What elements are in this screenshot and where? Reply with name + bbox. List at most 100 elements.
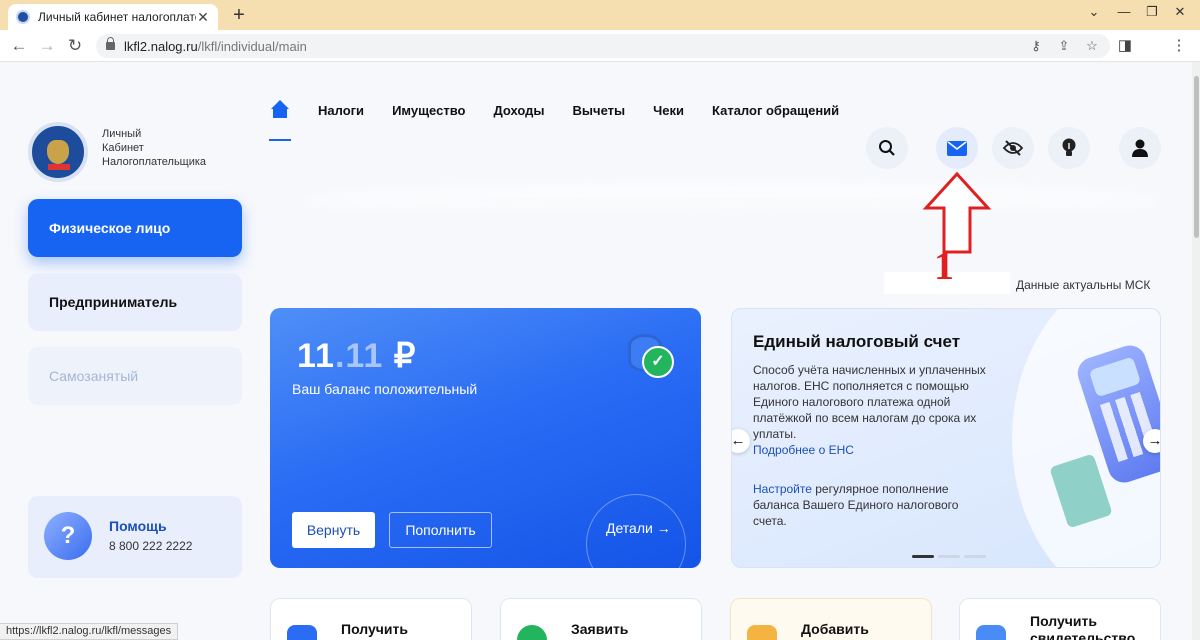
tab-close-icon[interactable]: ✕	[196, 9, 210, 26]
details-link[interactable]: Детали →	[606, 520, 671, 536]
carousel-next-button[interactable]: →	[1143, 429, 1160, 453]
question-icon: ?	[44, 512, 92, 560]
main-nav: Налоги Имущество Доходы Вычеты Чеки Ката…	[270, 100, 867, 120]
nav-income[interactable]: Доходы	[493, 103, 544, 118]
eye-off-icon	[1003, 140, 1023, 156]
nav-receipts[interactable]: Чеки	[653, 103, 684, 118]
tile-label: Добавить	[801, 621, 869, 637]
ens-carousel-card: Единый налоговый счет Способ учёта начис…	[731, 308, 1161, 568]
messages-button[interactable]	[936, 127, 978, 169]
page-content: Личный Кабинет Налогоплательщика Физичес…	[0, 62, 1190, 640]
lock-icon	[106, 37, 115, 50]
certificate-icon	[976, 625, 1006, 640]
envelope-icon	[947, 140, 967, 156]
nav-appeals-catalog[interactable]: Каталог обращений	[712, 103, 839, 118]
url-path: /lkfl/individual/main	[197, 38, 307, 54]
topup-button[interactable]: Пополнить	[389, 512, 492, 548]
nav-taxes[interactable]: Налоги	[318, 103, 364, 118]
tips-button[interactable]	[1048, 127, 1090, 169]
help-title[interactable]: Помощь	[109, 518, 167, 534]
tab-search-icon[interactable]: ⌄	[1080, 2, 1108, 22]
lightbulb-icon	[1062, 138, 1076, 156]
ens-more-link[interactable]: Подробнее о ЕНС	[753, 443, 854, 457]
active-nav-underline	[269, 139, 291, 141]
balance-card: 11.11 ₽ Ваш баланс положительный ✓ Верну…	[270, 308, 701, 568]
sidebar-item-entrepreneur[interactable]: Предприниматель	[28, 273, 242, 331]
brand-line-1: Личный	[102, 128, 142, 140]
browser-toolbar: ← → ↻ lkfl2.nalog.ru/lkfl/individual/mai…	[0, 30, 1200, 62]
nav-deductions[interactable]: Вычеты	[573, 103, 626, 118]
restore-button[interactable]: ❐	[1138, 2, 1166, 22]
home-icon[interactable]	[270, 100, 290, 120]
browser-tab[interactable]: Личный кабинет налогоплате ✕	[8, 4, 218, 30]
tile-label: Получить	[341, 621, 408, 637]
new-tab-button[interactable]: +	[228, 4, 250, 26]
folder-icon	[747, 625, 777, 640]
brand-title: Личный Кабинет Налогоплательщика	[102, 127, 206, 169]
return-button[interactable]: Вернуть	[292, 512, 375, 548]
tile-add[interactable]: Добавить	[730, 598, 932, 640]
ens-setup-link[interactable]: Настройте	[753, 482, 812, 496]
url-host: lkfl2.nalog.ru	[124, 38, 198, 54]
profile-button[interactable]	[1119, 127, 1161, 169]
share-icon[interactable]: ⇪	[1054, 36, 1074, 56]
minimize-button[interactable]: —	[1110, 2, 1138, 22]
scrollbar-thumb[interactable]	[1194, 76, 1199, 238]
forward-arrow-icon[interactable]: →	[36, 35, 58, 57]
currency-sign: ₽	[383, 337, 417, 375]
brand-line-2: Кабинет	[102, 142, 144, 154]
status-bar-url: https://lkfl2.nalog.ru/lkfl/messages	[0, 623, 179, 640]
annotation-up-arrow-icon	[922, 171, 992, 254]
balance-amount-dec: .11	[334, 337, 384, 375]
ruble-coin-icon	[517, 625, 547, 640]
help-phone: 8 800 222 2222	[109, 539, 193, 553]
ens-description: Способ учёта начисленных и уплаченных на…	[753, 362, 989, 458]
user-icon	[1132, 139, 1148, 157]
balance-amount: 11.11 ₽	[297, 336, 416, 376]
nav-property[interactable]: Имущество	[392, 103, 465, 118]
tab-title: Личный кабинет налогоплате	[38, 10, 196, 24]
coins-check-icon: ✓	[628, 334, 674, 378]
search-button[interactable]	[866, 127, 908, 169]
fns-emblem-logo[interactable]	[28, 122, 88, 182]
carousel-dot[interactable]	[964, 555, 986, 558]
details-label: Детали	[606, 520, 653, 536]
menu-dots-icon[interactable]: ⋮	[1168, 35, 1190, 57]
balance-status: Ваш баланс положительный	[292, 381, 478, 397]
header-shadow-band	[300, 184, 1160, 218]
balance-amount-int: 11	[297, 337, 335, 375]
check-icon: ✓	[642, 346, 674, 378]
sidebar-item-self-employed[interactable]: Самозанятый	[28, 347, 242, 405]
flag-ribbon	[48, 164, 70, 170]
key-icon[interactable]: ⚷	[1026, 36, 1046, 56]
tile-label: Заявить	[571, 621, 629, 637]
reload-icon[interactable]: ↻	[64, 35, 86, 57]
carousel-dot[interactable]	[938, 555, 960, 558]
sidebar-item-individual[interactable]: Физическое лицо	[28, 199, 242, 257]
tile-certificate[interactable]: Получить свидетельство	[959, 598, 1161, 640]
address-bar[interactable]: lkfl2.nalog.ru/lkfl/individual/main ⚷ ⇪ …	[96, 34, 1110, 58]
tile-label: Получить свидетельство	[1030, 613, 1136, 640]
close-window-button[interactable]: ✕	[1166, 2, 1194, 22]
document-icon	[287, 625, 317, 640]
terminal-screen	[1088, 356, 1142, 398]
tile-declare[interactable]: Заявить	[500, 598, 702, 640]
tile-get[interactable]: Получить	[270, 598, 472, 640]
brand-line-3: Налогоплательщика	[102, 156, 207, 168]
data-actual-text: Данные актуальны МСК	[1016, 278, 1151, 292]
back-arrow-icon[interactable]: ←	[8, 35, 30, 57]
bookmark-star-icon[interactable]: ☆	[1082, 36, 1102, 56]
sidepanel-icon[interactable]: ◨	[1114, 35, 1136, 57]
carousel-prev-button[interactable]: ←	[732, 429, 750, 453]
search-icon	[879, 140, 895, 156]
site-favicon-icon	[16, 10, 30, 24]
help-card[interactable]: ? Помощь 8 800 222 2222	[28, 496, 242, 578]
carousel-dot[interactable]	[912, 555, 934, 558]
ens-title: Единый налоговый счет	[753, 332, 961, 351]
ens-setup: Настройте регулярное пополнение баланса …	[753, 481, 989, 529]
ens-text: Способ учёта начисленных и уплаченных на…	[753, 363, 986, 441]
eagle-icon	[47, 140, 69, 164]
browser-tab-strip: Личный кабинет налогоплате ✕ + ⌄ — ❐ ✕	[0, 0, 1200, 30]
annotation-number: 1	[934, 243, 954, 288]
hide-balance-button[interactable]	[992, 127, 1034, 169]
